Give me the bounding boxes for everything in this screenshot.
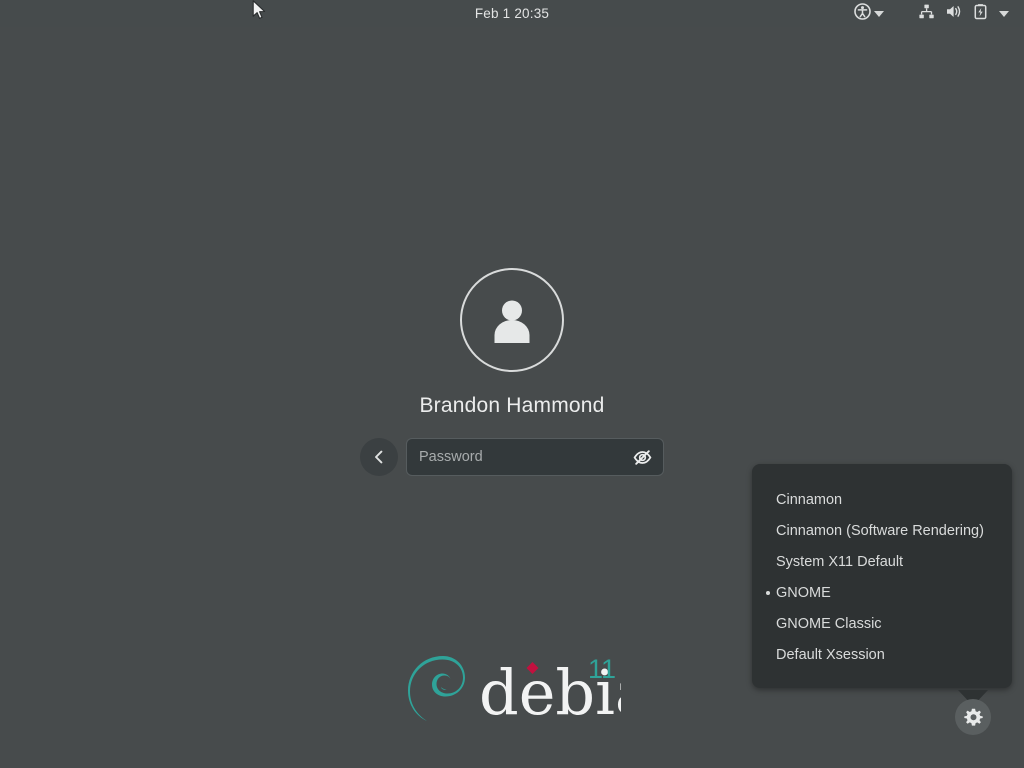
volume-icon: [945, 3, 963, 25]
session-settings-button[interactable]: [955, 699, 991, 735]
session-menu-item[interactable]: Default Xsession: [752, 639, 1012, 670]
session-menu-item-selected[interactable]: GNOME: [752, 577, 1012, 608]
system-status-menu-button[interactable]: [914, 0, 939, 27]
accessibility-icon: [854, 2, 871, 25]
back-button[interactable]: [360, 438, 398, 476]
session-menu-item[interactable]: Cinnamon (Software Rendering): [752, 515, 1012, 546]
login-area: Brandon Hammond: [0, 268, 1024, 476]
session-menu[interactable]: Cinnamon Cinnamon (Software Rendering) S…: [752, 464, 1012, 688]
session-menu-item-label: GNOME: [776, 584, 831, 601]
battery-charging-icon: [973, 3, 988, 25]
top-bar: Feb 1 20:35: [0, 0, 1024, 27]
avatar: [460, 268, 564, 372]
gear-icon: [963, 708, 983, 726]
chevron-down-icon: [874, 10, 884, 17]
accessibility-menu-button[interactable]: [850, 0, 888, 27]
system-menu-dropdown-button[interactable]: [992, 0, 1013, 27]
user-avatar-icon: [494, 300, 530, 343]
svg-text:11: 11: [588, 654, 616, 684]
eye-slash-icon: [633, 449, 651, 465]
chevron-left-icon: [375, 450, 383, 464]
password-field[interactable]: [406, 438, 664, 476]
session-menu-item[interactable]: Cinnamon: [752, 484, 1012, 515]
password-input[interactable]: [419, 449, 627, 465]
volume-indicator[interactable]: [941, 0, 967, 27]
battery-indicator[interactable]: [969, 0, 992, 27]
chevron-down-icon: [999, 10, 1009, 17]
password-row: [360, 438, 664, 476]
selected-bullet-icon: [766, 590, 770, 595]
username-label: Brandon Hammond: [419, 394, 605, 417]
reveal-password-button[interactable]: [631, 446, 653, 468]
session-menu-item-label: GNOME Classic: [776, 615, 882, 632]
debian-logo: debian 11: [408, 654, 621, 729]
session-menu-item-label: Cinnamon: [776, 491, 843, 508]
session-menu-item-label: Cinnamon (Software Rendering): [776, 522, 984, 539]
system-tray: [850, 0, 1013, 27]
session-menu-item-label: Default Xsession: [776, 646, 885, 663]
session-menu-item-label: System X11 Default: [776, 553, 904, 570]
session-menu-item[interactable]: GNOME Classic: [752, 608, 1012, 639]
network-wired-icon: [918, 3, 935, 25]
session-menu-item[interactable]: System X11 Default: [752, 546, 1012, 577]
